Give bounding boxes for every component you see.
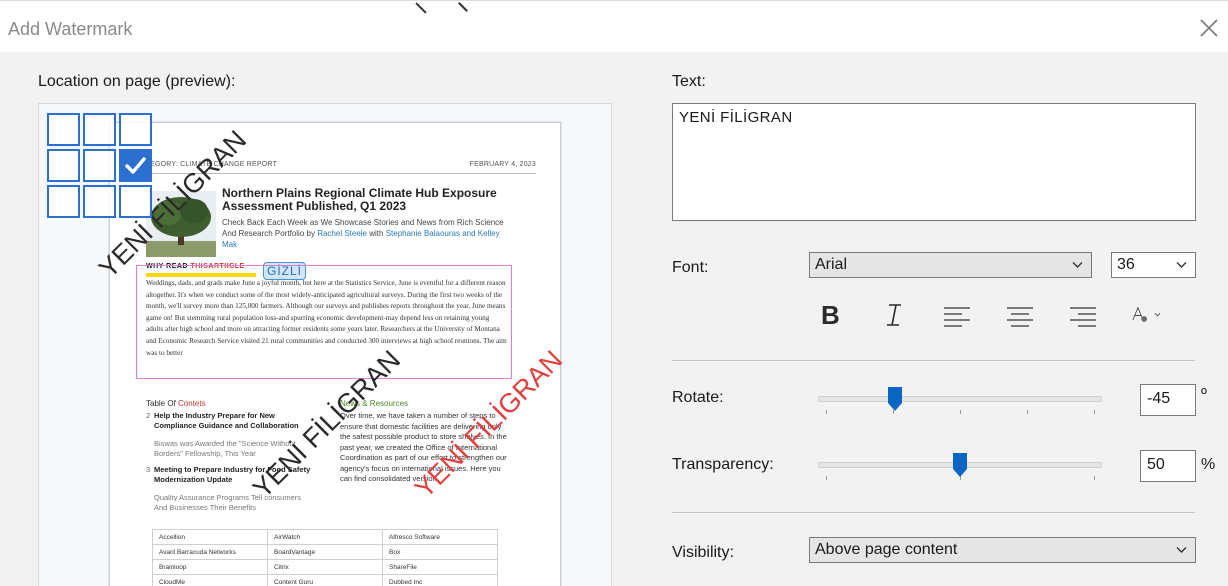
toc-item-desc: Quality Assurance Programs Tell consumer… xyxy=(154,493,302,512)
font-size-select[interactable]: 36 xyxy=(1111,252,1196,278)
author-name: Rachel Steele xyxy=(317,229,367,238)
align-right-icon xyxy=(1070,307,1096,327)
dialog-title: Add Watermark xyxy=(8,19,133,39)
text-label: Text: xyxy=(672,73,706,90)
separator xyxy=(672,512,1195,513)
table-cell: Avaril Barracuda Networks xyxy=(152,544,268,560)
font-color-button[interactable] xyxy=(1130,298,1190,332)
font-family-value: Arial xyxy=(815,256,848,273)
italic-icon xyxy=(887,304,901,326)
location-cell-bottom-left[interactable] xyxy=(47,185,80,218)
italic-button[interactable] xyxy=(877,298,911,332)
visibility-value: Above page content xyxy=(815,541,958,558)
slider-tick xyxy=(960,410,961,414)
align-center-button[interactable] xyxy=(1003,298,1037,332)
table-cell: Alfresco Software xyxy=(382,529,498,545)
table-cell: ShareFile xyxy=(382,559,498,575)
transparency-slider[interactable] xyxy=(818,452,1102,482)
toc-item-number: 2 xyxy=(146,411,151,420)
slider-tick xyxy=(1094,410,1095,414)
align-right-button[interactable] xyxy=(1066,298,1100,332)
toc-item-number: 3 xyxy=(146,465,151,474)
watermark-selection-rect[interactable] xyxy=(136,265,512,379)
slider-tick xyxy=(826,476,827,480)
table-row: CloudMe Content Guru Dubbed Inc xyxy=(152,574,498,586)
location-cell-middle-center[interactable] xyxy=(83,149,116,182)
chevron-down-icon xyxy=(1176,262,1187,268)
table-cell: BoardVantage xyxy=(267,544,383,560)
close-icon[interactable] xyxy=(1198,17,1220,39)
degree-unit: º xyxy=(1201,386,1207,403)
rotate-slider[interactable] xyxy=(818,386,1102,416)
visibility-label: Visibility: xyxy=(672,544,734,561)
article-title: Northern Plains Regional Climate Hub Exp… xyxy=(222,186,497,213)
bold-icon: B xyxy=(821,300,840,330)
table-row: Avaril Barracuda Networks BoardVantage B… xyxy=(152,544,498,560)
background-stroke xyxy=(458,2,468,12)
vendor-table: Accellion AirWatch Alfresco Software Ava… xyxy=(152,529,498,586)
table-cell: Dubbed Inc xyxy=(382,574,498,586)
table-cell: Accellion xyxy=(152,529,268,545)
preview-label: Location on page (preview): xyxy=(38,73,236,90)
with-text: with xyxy=(369,229,384,238)
align-left-button[interactable] xyxy=(940,298,974,332)
by-text: by xyxy=(306,229,315,238)
checkmark-icon xyxy=(125,157,146,174)
slider-tick xyxy=(826,410,827,414)
location-cell-bottom-right[interactable] xyxy=(119,185,152,218)
table-cell: AirWatch xyxy=(267,529,383,545)
location-cell-top-center[interactable] xyxy=(83,113,116,146)
transparency-input[interactable]: 50 xyxy=(1140,450,1196,482)
table-cell: Content Guru xyxy=(267,574,383,586)
toc-item-title: Help the Industry Prepare for New Compli… xyxy=(154,411,299,430)
page-date: FEBRUARY 4, 2023 xyxy=(469,161,536,168)
font-family-select[interactable]: Arial xyxy=(809,252,1092,278)
visibility-select[interactable]: Above page content xyxy=(809,537,1196,563)
bold-button[interactable]: B xyxy=(813,298,847,332)
align-center-icon xyxy=(1007,307,1033,327)
toc-heading-text: Table Of xyxy=(146,399,176,408)
rotate-input[interactable]: -45 xyxy=(1140,384,1196,416)
background-stroke xyxy=(415,2,427,14)
location-grid xyxy=(47,113,153,219)
table-cell: Box xyxy=(382,544,498,560)
table-cell: CloudMe xyxy=(152,574,268,586)
title-bar: Add Watermark xyxy=(0,0,1228,52)
watermark-text-input[interactable]: YENİ FİLİGRAN xyxy=(672,103,1196,221)
rotate-label: Rotate: xyxy=(672,389,724,406)
toc-heading: Table Of Contets xyxy=(146,399,206,408)
table-cell: Brainloop xyxy=(152,559,268,575)
location-cell-bottom-center[interactable] xyxy=(83,185,116,218)
font-label: Font: xyxy=(672,259,709,276)
font-size-value: 36 xyxy=(1117,256,1135,273)
svg-text:B: B xyxy=(821,300,840,330)
slider-thumb[interactable] xyxy=(887,387,902,411)
slider-tick xyxy=(1027,410,1028,414)
font-color-icon xyxy=(1132,306,1161,322)
location-cell-top-left[interactable] xyxy=(47,113,80,146)
transparency-label: Transparency: xyxy=(672,456,774,473)
table-row: Brainloop Citrix ShareFile xyxy=(152,559,498,575)
slider-thumb[interactable] xyxy=(953,453,967,477)
location-cell-middle-left[interactable] xyxy=(47,149,80,182)
slider-tick xyxy=(1094,476,1095,480)
add-watermark-dialog: Add Watermark Location on page (preview)… xyxy=(0,0,1228,586)
percent-unit: % xyxy=(1201,456,1216,473)
chevron-down-icon xyxy=(1176,547,1187,553)
article-subtitle: Check Back Each Week as We Showcase Stor… xyxy=(222,217,512,250)
toc-heading-red: Contets xyxy=(178,399,206,408)
table-row: Accellion AirWatch Alfresco Software xyxy=(152,529,498,545)
separator xyxy=(672,360,1195,361)
align-left-icon xyxy=(944,307,970,327)
chevron-down-icon xyxy=(1072,262,1083,268)
table-cell: Citrix xyxy=(267,559,383,575)
location-cell-top-right[interactable] xyxy=(119,113,152,146)
location-cell-middle-right[interactable] xyxy=(119,149,152,182)
slider-track xyxy=(818,396,1102,402)
